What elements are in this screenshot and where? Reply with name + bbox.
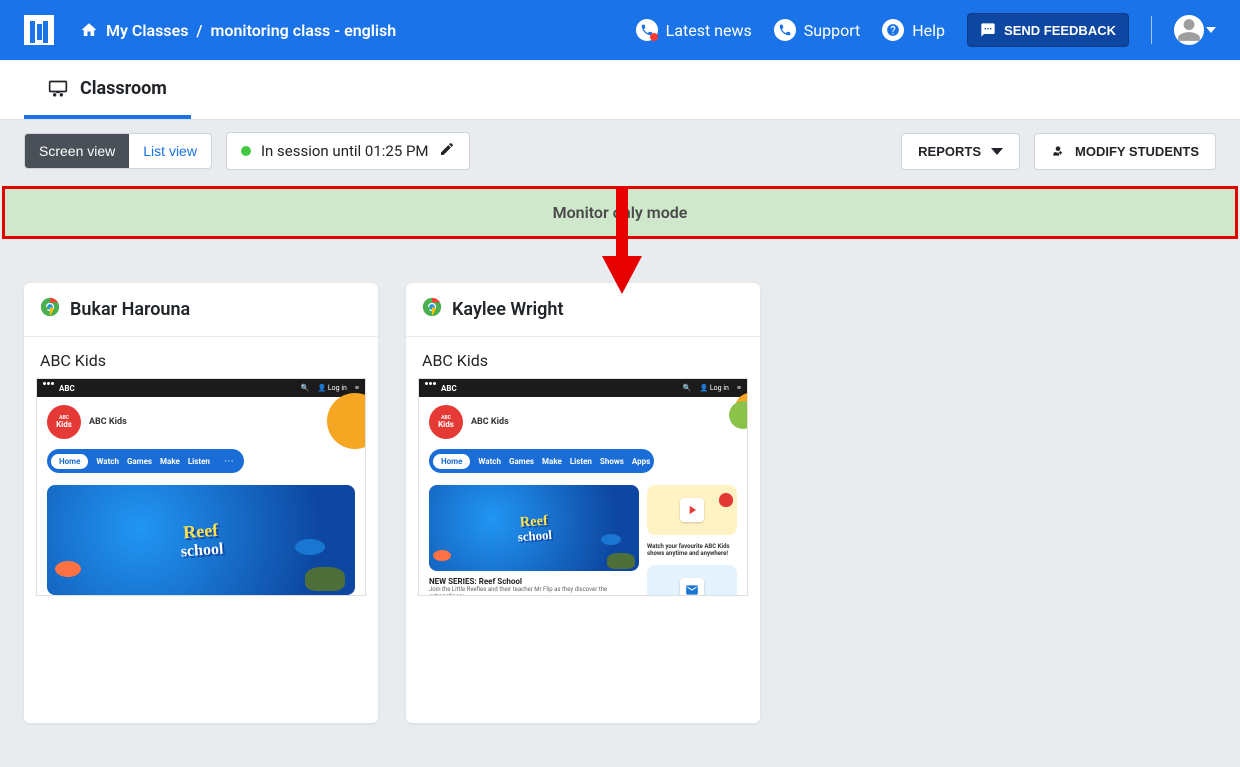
breadcrumb-root[interactable]: My Classes [106, 21, 188, 40]
modify-students-label: MODIFY STUDENTS [1075, 144, 1199, 159]
screenshot-thumbnail[interactable]: ABC 🔍 👤 Log in ≡ ABCKids ABC [418, 378, 748, 596]
view-toggle: Screen view List view [24, 133, 212, 169]
active-tab-label: ABC Kids [24, 337, 378, 378]
send-feedback-label: SEND FEEDBACK [1004, 23, 1116, 38]
list-view-button[interactable]: List view [129, 134, 211, 168]
reports-label: REPORTS [918, 144, 981, 159]
avatar-icon [1174, 15, 1204, 45]
phone-icon [774, 19, 796, 41]
edit-icon[interactable] [439, 141, 455, 161]
screenshot-thumbnail[interactable]: ABC 🔍 👤 Log in ≡ ABCKids ABC Kids [36, 378, 366, 596]
latest-news-label: Latest news [666, 21, 752, 40]
toolbar: Screen view List view In session until 0… [0, 120, 1240, 182]
student-name: Kaylee Wright [452, 299, 564, 320]
help-icon [882, 19, 904, 41]
status-dot-icon [241, 146, 251, 156]
latest-news-link[interactable]: Latest news [636, 19, 752, 41]
modify-students-button[interactable]: MODIFY STUDENTS [1034, 133, 1216, 170]
chrome-icon [40, 297, 60, 322]
classroom-icon [48, 80, 68, 98]
student-name: Bukar Harouna [70, 299, 190, 320]
reports-button[interactable]: REPORTS [901, 133, 1020, 170]
student-card[interactable]: Kaylee Wright ABC Kids ABC 🔍 👤 Log in ≡ [406, 283, 760, 723]
monitor-only-banner: Monitor only mode [2, 186, 1238, 239]
tab-classroom[interactable]: Classroom [24, 60, 191, 119]
divider [1151, 16, 1152, 44]
student-card[interactable]: Bukar Harouna ABC Kids ABC 🔍 👤 Log in ≡ [24, 283, 378, 723]
student-grid: Bukar Harouna ABC Kids ABC 🔍 👤 Log in ≡ [0, 239, 1240, 767]
session-status[interactable]: In session until 01:25 PM [226, 132, 470, 170]
site-brand: ABC [441, 384, 457, 393]
subheader: Classroom [0, 60, 1240, 120]
help-label: Help [912, 21, 945, 40]
send-feedback-button[interactable]: SEND FEEDBACK [967, 13, 1129, 47]
site-brand: ABC [59, 384, 75, 393]
screen-view-button[interactable]: Screen view [25, 134, 129, 168]
app-logo[interactable] [24, 15, 54, 45]
phone-icon [636, 19, 658, 41]
support-label: Support [804, 21, 860, 40]
top-header: My Classes / monitoring class - english … [0, 0, 1240, 60]
home-icon[interactable] [80, 21, 98, 39]
notification-dot [650, 33, 658, 41]
chrome-icon [422, 297, 442, 322]
tab-label: Classroom [80, 78, 167, 99]
chevron-down-icon [991, 148, 1003, 155]
chevron-down-icon [1206, 27, 1216, 33]
help-link[interactable]: Help [882, 19, 945, 41]
support-link[interactable]: Support [774, 19, 860, 41]
breadcrumb-page[interactable]: monitoring class - english [211, 21, 397, 40]
user-menu[interactable] [1174, 15, 1216, 45]
session-label: In session until 01:25 PM [261, 142, 429, 160]
active-tab-label: ABC Kids [406, 337, 760, 378]
breadcrumb-sep: / [196, 21, 202, 40]
banner-text: Monitor only mode [553, 203, 688, 222]
breadcrumb: My Classes / monitoring class - english [80, 21, 396, 40]
